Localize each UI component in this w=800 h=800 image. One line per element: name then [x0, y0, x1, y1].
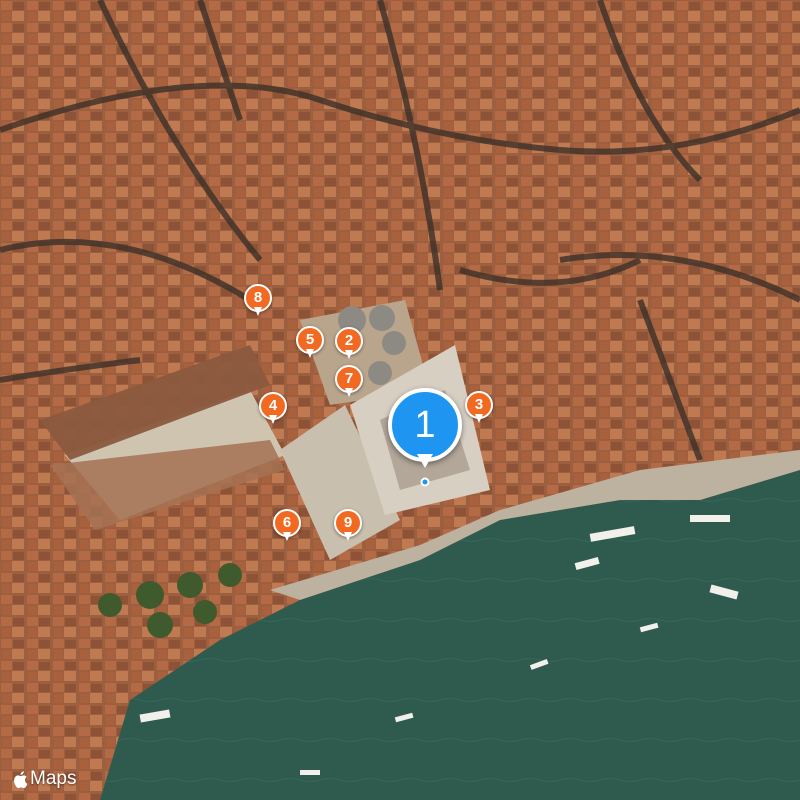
map-view[interactable]: 1 2 3 4 5 6 7 8 9 Maps	[0, 0, 800, 800]
pin-9[interactable]: 9	[334, 509, 362, 543]
pin-1[interactable]: 1	[388, 388, 462, 474]
location-dot	[420, 477, 430, 487]
pin-6[interactable]: 6	[273, 509, 301, 543]
pin-8[interactable]: 8	[244, 284, 272, 318]
maps-attribution-text: Maps	[30, 768, 77, 789]
apple-logo-icon	[14, 770, 28, 788]
pin-5[interactable]: 5	[296, 326, 324, 360]
maps-attribution[interactable]: Maps	[12, 768, 76, 790]
pin-7[interactable]: 7	[335, 365, 363, 399]
pin-4[interactable]: 4	[259, 392, 287, 426]
pin-2[interactable]: 2	[335, 327, 363, 361]
pin-3[interactable]: 3	[465, 391, 493, 425]
pin-1-label: 1	[388, 388, 462, 462]
